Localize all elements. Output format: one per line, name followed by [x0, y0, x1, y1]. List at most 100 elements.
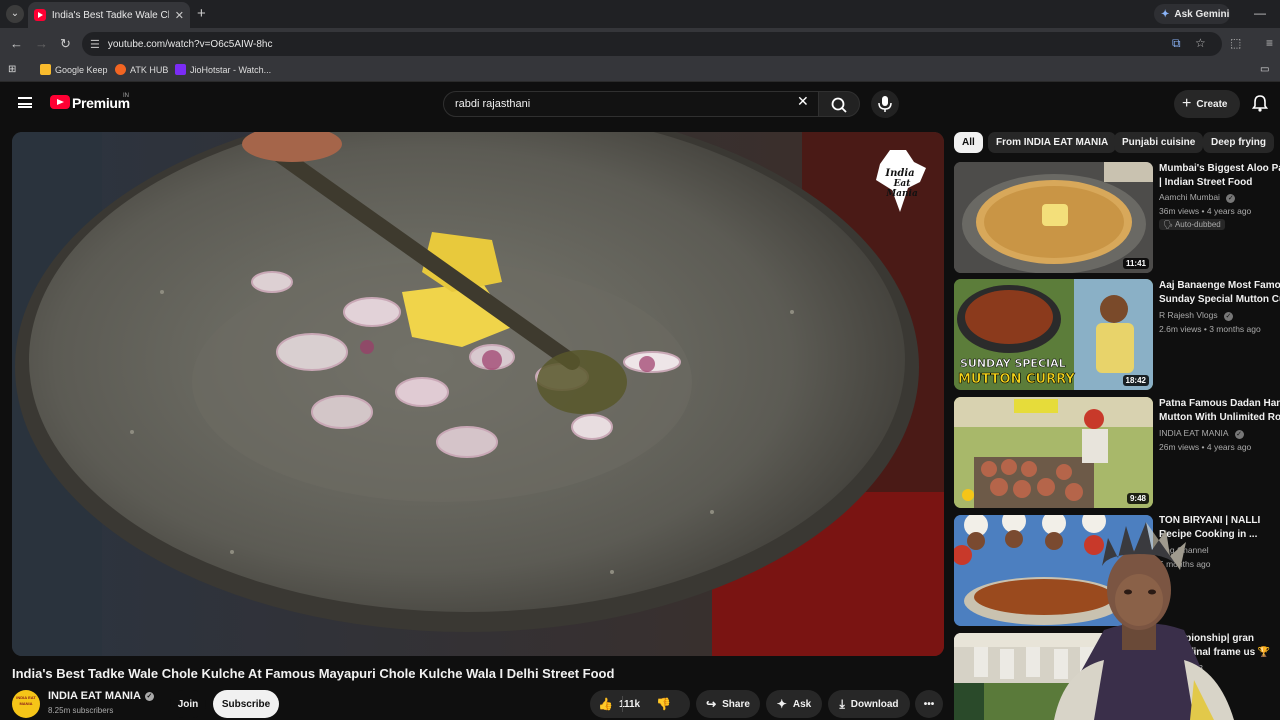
badge-label: Auto-dubbed [1174, 220, 1221, 229]
youtube-premium-brand[interactable]: Premium [72, 95, 130, 111]
voice-search-button[interactable] [871, 90, 899, 118]
bookmark-label: JioHotstar - Watch... [190, 64, 272, 75]
subscribe-label: Subscribe [221, 698, 271, 710]
dislike-button[interactable]: 👎 [656, 697, 671, 711]
menu-hamburger-icon[interactable] [18, 97, 32, 108]
browser-tab[interactable]: India's Best Tadke Wale Chole Kulche ✕ [28, 2, 190, 28]
chip-punjabi-cuisine[interactable]: Punjabi cuisine [1114, 132, 1204, 153]
rec-title-line: Mumbai's Biggest Aloo Paratha [1159, 163, 1280, 174]
channel-watermark-logo[interactable]: India Eat Mania [868, 146, 932, 216]
share-arrow-icon: ↪ [706, 697, 717, 711]
minimize-window-icon[interactable]: — [1254, 6, 1266, 20]
ask-label: Ask [792, 698, 812, 710]
like-dislike-divider [622, 696, 623, 712]
rec-thumbnail[interactable]: 11:41 [954, 162, 1153, 273]
rec-title-line: Mutton With Unlimited Roti [1159, 412, 1280, 423]
bookmark-jiohotstar[interactable]: JioHotstar - Watch... [175, 64, 271, 75]
url-text[interactable]: youtube.com/watch?v=O6c5AIW-8hc [108, 39, 273, 50]
rec-title[interactable]: Mumbai's Biggest Aloo Paratha | Indian S… [1159, 162, 1280, 190]
rec-thumbnail[interactable]: SUNDAY SPECIAL MUTTON CURRY 18:42 [954, 279, 1153, 390]
rec-channel[interactable]: R Rajesh Vlogs ✓ [1159, 308, 1280, 322]
tab-search-dropdown-icon[interactable]: ⌄ [6, 5, 24, 23]
back-arrow-icon[interactable]: ← [10, 36, 23, 51]
bookmark-star-icon[interactable]: ☆ [1195, 36, 1206, 50]
search-query-text: rabdi rajasthani [455, 98, 531, 110]
site-info-icon[interactable]: ☰ [90, 38, 100, 51]
like-button[interactable]: 👍 111k [598, 697, 640, 711]
tab-close-icon[interactable]: ✕ [175, 9, 184, 22]
join-button[interactable]: Join [170, 690, 206, 718]
browser-tab-bar: ⌄ India's Best Tadke Wale Chole Kulche ✕… [0, 0, 1280, 28]
download-button[interactable]: ⤓ Download [828, 690, 910, 718]
dubbed-icon: 🗣 [1163, 220, 1174, 229]
channel-name-row[interactable]: INDIA EAT MANIA ✓ [48, 690, 154, 702]
bookmarks-bar: ⊞ Google Keep ATK HUB JioHotstar - Watch… [0, 60, 1280, 82]
create-button[interactable]: + Create [1174, 90, 1240, 118]
tab-title: India's Best Tadke Wale Chole Kulche [51, 9, 169, 21]
bookmark-atk-hub[interactable]: ATK HUB [115, 64, 168, 75]
youtube-logo-icon[interactable] [50, 95, 70, 109]
translate-icon[interactable]: ⧉ [1172, 36, 1181, 51]
rec-title-line: Patna Famous Dadan Handi [1159, 398, 1280, 409]
clear-search-icon[interactable]: ✕ [797, 93, 809, 110]
channel-avatar[interactable]: INDIA EAT MANIA [12, 690, 40, 718]
rec-channel[interactable]: Aamchi Mumbai ✓ [1159, 190, 1280, 204]
download-label: Download [850, 698, 899, 710]
chip-all[interactable]: All [954, 132, 983, 153]
forward-arrow-icon[interactable]: → [35, 36, 48, 51]
video-frame [12, 132, 944, 656]
youtube-header: Premium IN rabdi rajasthani ✕ + Create [0, 82, 1280, 128]
share-label: Share [722, 698, 750, 710]
extensions-icon[interactable]: ⬚ [1230, 36, 1241, 50]
like-dislike-group: 👍 111k 👎 [590, 690, 690, 718]
verified-check-icon: ✓ [144, 691, 154, 701]
thumbs-up-icon: 👍 [598, 697, 613, 711]
all-bookmarks-folder-icon[interactable]: ▭ [1260, 64, 1269, 75]
rec-title[interactable]: Patna Famous Dadan Handi Mutton With Unl… [1159, 397, 1280, 425]
rec-channel[interactable]: INDIA EAT MANIA ✓ [1159, 426, 1280, 440]
subscriber-count: 8.25m subscribers [48, 706, 114, 715]
search-button[interactable] [818, 91, 860, 117]
region-code: IN [123, 93, 129, 99]
new-tab-icon[interactable]: + [197, 5, 206, 22]
sparkle-icon: ✦ [776, 697, 787, 711]
rec-thumbnail[interactable]: 9:48 [954, 397, 1153, 508]
subscribe-button[interactable]: Subscribe [213, 690, 279, 718]
omnibox[interactable]: ☰ youtube.com/watch?v=O6c5AIW-8hc [82, 32, 1222, 56]
google-keep-icon [40, 64, 51, 75]
more-actions-button[interactable]: ••• [915, 690, 943, 718]
share-button[interactable]: ↪ Share [696, 690, 760, 718]
bookmark-label: Google Keep [55, 64, 108, 75]
bookmark-google-keep[interactable]: Google Keep [40, 64, 108, 75]
search-input[interactable]: rabdi rajasthani [443, 91, 819, 117]
chip-label: From INDIA EAT MANIA [996, 137, 1109, 148]
apps-grid-icon[interactable]: ⊞ [8, 64, 16, 75]
thumbnail-image [954, 162, 1153, 273]
rec-title[interactable]: Aaj Banaenge Most Famous Sunday Special … [1159, 279, 1280, 307]
video-player[interactable]: India Eat Mania [12, 132, 944, 656]
verified-check-icon: ✓ [1226, 194, 1236, 203]
notifications-bell-icon[interactable] [1252, 94, 1268, 112]
jiohotstar-icon [175, 64, 186, 75]
reading-list-icon[interactable]: ≡ [1266, 36, 1273, 50]
chip-from-channel[interactable]: From INDIA EAT MANIA [988, 132, 1117, 153]
ask-gemini-label: Ask Gemini [1174, 8, 1230, 20]
reload-icon[interactable]: ↻ [60, 36, 71, 52]
more-horizontal-icon: ••• [923, 698, 935, 710]
video-title: India's Best Tadke Wale Chole Kulche At … [12, 666, 615, 681]
thumb-text-line-2: MUTTON CURRY [958, 372, 1075, 387]
chip-label: All [962, 137, 975, 148]
bookmark-label: ATK HUB [130, 64, 169, 75]
ask-button[interactable]: ✦ Ask [766, 690, 822, 718]
rec-channel-name: INDIA EAT MANIA [1159, 428, 1229, 438]
channel-name[interactable]: INDIA EAT MANIA [48, 690, 141, 702]
thumbnail-image: SUNDAY SPECIAL MUTTON CURRY [954, 279, 1153, 390]
ask-gemini-button[interactable]: ✦ Ask Gemini [1154, 4, 1230, 24]
duration-badge: 11:41 [1122, 258, 1149, 269]
rec-stats: 36m views • 4 years ago [1159, 206, 1252, 216]
search-icon [831, 97, 847, 113]
rec-title-line: | Indian Street Food [1159, 177, 1253, 188]
rec-title-line: Aaj Banaenge Most Famous [1159, 280, 1280, 291]
chip-deep-frying[interactable]: Deep frying [1203, 132, 1275, 153]
svg-text:Mania: Mania [885, 189, 918, 199]
